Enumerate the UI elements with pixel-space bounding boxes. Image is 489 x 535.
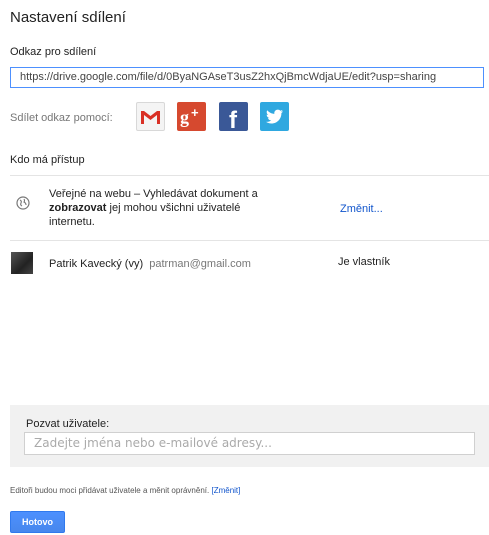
avatar <box>11 252 33 274</box>
dialog-title: Nastavení sdílení <box>10 9 126 26</box>
twitter-icon[interactable] <box>260 102 289 131</box>
access-heading: Kdo má přístup <box>10 154 85 166</box>
share-via-label: Sdílet odkaz pomocí: <box>10 112 113 124</box>
gmail-icon[interactable] <box>136 102 165 131</box>
svg-text:g: g <box>180 107 189 127</box>
public-access-line3: internetu. <box>49 216 95 228</box>
divider <box>10 240 489 241</box>
owner-role: Je vlastník <box>338 256 390 268</box>
invite-input[interactable]: Zadejte jména nebo e-mailové adresy... <box>24 432 475 455</box>
owner-email: patrman@gmail.com <box>149 258 251 270</box>
globe-icon <box>16 196 30 210</box>
share-link-label: Odkaz pro sdílení <box>10 46 97 58</box>
public-access-description: Veřejné na webu – Vyhledávat dokument a … <box>49 187 314 229</box>
done-button[interactable]: Hotovo <box>10 511 65 533</box>
public-access-line1: Veřejné na webu – Vyhledávat dokument a <box>49 188 258 200</box>
owner-row: Patrik Kavecký (vy) patrman@gmail.com <box>49 258 251 270</box>
public-access-line2: jej mohou všichni uživatelé <box>106 202 241 214</box>
svg-text:f: f <box>229 107 238 131</box>
divider <box>10 175 489 176</box>
invite-label: Pozvat uživatele: <box>26 418 110 430</box>
facebook-icon[interactable]: f <box>219 102 248 134</box>
owner-name: Patrik Kavecký (vy) <box>49 258 144 270</box>
svg-text:+: + <box>191 105 199 120</box>
footer-note: Editoři budou moci přidávat uživatele a … <box>10 486 240 495</box>
share-link-field[interactable]: https://drive.google.com/file/d/0ByaNGAs… <box>10 67 484 88</box>
change-access-link[interactable]: Změnit... <box>340 203 383 215</box>
google-plus-icon[interactable]: g + <box>177 102 206 131</box>
public-access-bold: zobrazovat <box>49 202 107 214</box>
share-link-value: https://drive.google.com/file/d/0ByaNGAs… <box>20 71 437 83</box>
footer-note-text: Editoři budou moci přidávat uživatele a … <box>10 486 210 495</box>
footer-change-link[interactable]: [Změnit] <box>211 486 240 495</box>
